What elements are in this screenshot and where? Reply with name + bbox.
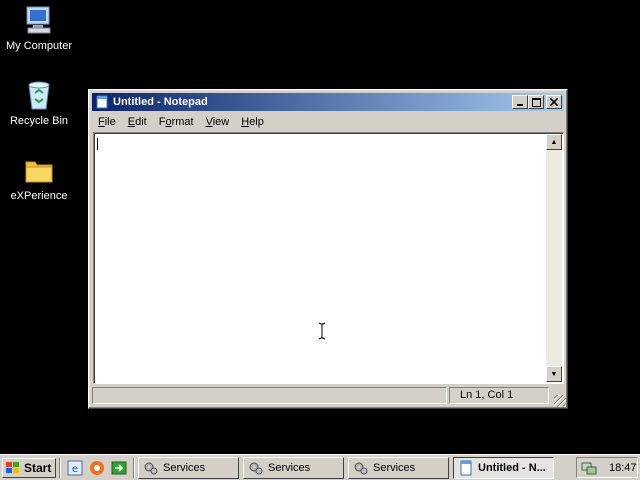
minimize-icon — [517, 104, 523, 106]
show-desktop-icon — [111, 461, 127, 474]
menu-file[interactable]: File — [92, 116, 122, 128]
quicklaunch-browser[interactable] — [87, 458, 107, 478]
notepad-icon — [95, 95, 109, 109]
close-icon — [550, 98, 558, 106]
quicklaunch-show-desktop[interactable] — [109, 458, 129, 478]
desktop-icon-my-computer[interactable]: My Computer — [1, 4, 77, 53]
status-pane-empty — [92, 387, 447, 404]
system-tray: 18:47 — [576, 457, 638, 478]
taskbar-separator — [59, 457, 61, 478]
status-position: Ln 1, Col 1 — [449, 387, 549, 404]
task-label: Services — [268, 461, 311, 474]
task-services-2[interactable]: Services — [243, 456, 344, 479]
arrow-up-icon: ▲ — [550, 138, 558, 146]
ibeam-cursor-icon — [318, 322, 326, 340]
status-bar: Ln 1, Col 1 — [92, 387, 564, 405]
task-label: Services — [163, 461, 206, 474]
window-title: Untitled - Notepad — [113, 96, 208, 108]
desktop-icon-label: Recycle Bin — [9, 115, 69, 127]
arrow-down-icon: ▼ — [550, 370, 558, 378]
menu-bar: File Edit Format View Help — [92, 113, 564, 131]
desktop-icon-label: eXPerience — [10, 190, 68, 202]
desktop-icon-experience[interactable]: eXPerience — [1, 154, 77, 203]
maximize-icon — [531, 97, 541, 107]
gears-icon — [249, 462, 263, 474]
gears-icon — [354, 462, 368, 474]
text-editor-area[interactable]: ▲ ▼ — [93, 132, 564, 384]
taskbar: Start e Services Services Services Untit… — [0, 454, 640, 480]
close-button[interactable] — [546, 95, 562, 109]
menu-help[interactable]: Help — [235, 116, 270, 128]
notepad-window[interactable]: Untitled - Notepad File Edit Format View… — [88, 89, 568, 409]
clock[interactable]: 18:47 — [609, 462, 637, 474]
notepad-icon — [460, 460, 472, 475]
network-icon[interactable] — [581, 460, 597, 476]
minimize-button[interactable] — [512, 95, 528, 109]
start-button[interactable]: Start — [2, 457, 56, 478]
browser-icon — [90, 460, 104, 475]
folder-icon — [23, 154, 55, 186]
desktop-icon-label: My Computer — [5, 40, 73, 52]
task-services-3[interactable]: Services — [348, 456, 449, 479]
menu-edit[interactable]: Edit — [122, 116, 153, 128]
desktop-icon-recycle-bin[interactable]: Recycle Bin — [1, 79, 77, 128]
task-label: Untitled - N... — [478, 461, 546, 474]
recycle-bin-icon — [23, 79, 55, 111]
gears-icon — [144, 462, 158, 474]
vertical-scrollbar[interactable]: ▲ ▼ — [546, 134, 562, 382]
ie-icon: e — [67, 460, 83, 475]
scroll-up-button[interactable]: ▲ — [546, 134, 562, 150]
quicklaunch-ie[interactable]: e — [65, 458, 85, 478]
task-services-1[interactable]: Services — [138, 456, 239, 479]
menu-format[interactable]: Format — [153, 116, 200, 128]
text-caret — [97, 138, 98, 150]
title-bar[interactable]: Untitled - Notepad — [92, 93, 564, 111]
scroll-down-button[interactable]: ▼ — [546, 366, 562, 382]
svg-text:e: e — [72, 464, 78, 475]
my-computer-icon — [23, 4, 55, 36]
task-notepad[interactable]: Untitled - N... — [453, 456, 554, 479]
taskbar-separator — [133, 457, 135, 478]
windows-flag-icon — [5, 461, 21, 475]
start-label: Start — [24, 460, 52, 475]
maximize-button[interactable] — [528, 95, 544, 109]
task-label: Services — [373, 461, 416, 474]
resize-grip[interactable] — [554, 395, 566, 407]
menu-view[interactable]: View — [200, 116, 236, 128]
